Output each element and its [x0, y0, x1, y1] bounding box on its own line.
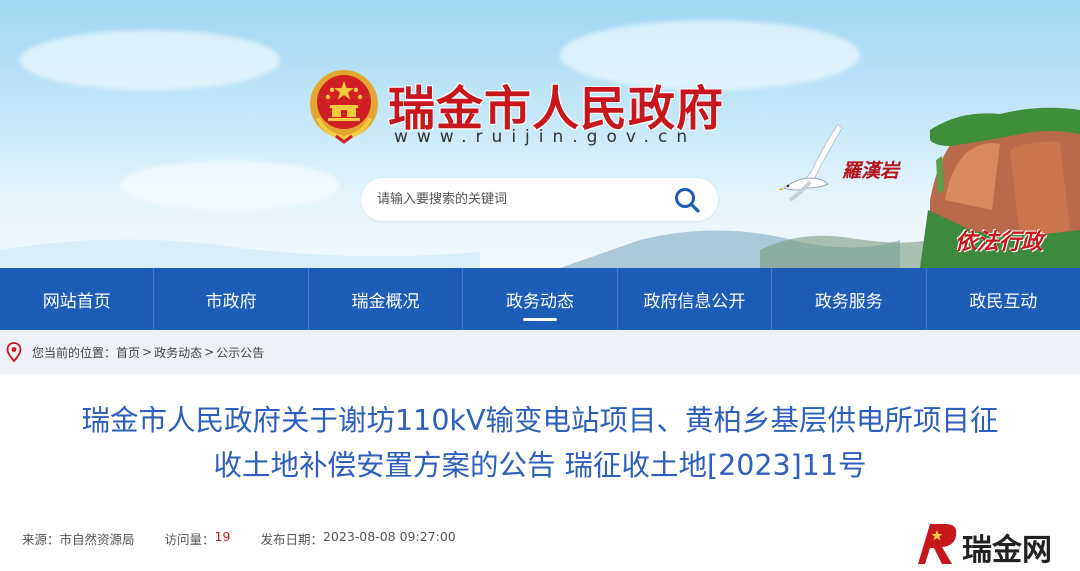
header-banner: 瑞金市人民政府 www.ruijin.gov.cn 羅漢岩 依法行政 — [0, 0, 1080, 268]
meta-date-label: 发布日期： — [260, 531, 323, 547]
article-title: 瑞金市人民政府关于谢坊110kV输变电站项目、黄柏乡基层供电所项目征 收土地补偿… — [20, 398, 1060, 488]
meta-source: 来源： 市自然资源局 — [22, 529, 135, 548]
nav-item-label: 市政府 — [205, 291, 257, 312]
search-icon[interactable] — [672, 185, 702, 215]
breadcrumb: 您当前的位置： 首页 > 政务动态 > 公示公告 — [0, 330, 1080, 374]
breadcrumb-prefix: 您当前的位置： — [32, 345, 117, 360]
nav-item-label: 政府信息公开 — [643, 291, 746, 312]
search-input[interactable] — [377, 178, 667, 221]
search-box — [361, 178, 718, 221]
main-nav: 网站首页 市政府 瑞金概况 政务动态 政府信息公开 政务服务 政民互动 — [0, 268, 1080, 330]
calligraphy-yifaxingzheng: 依法行政 — [955, 229, 1044, 255]
nav-item-label: 政务服务 — [814, 291, 883, 312]
breadcrumb-notice-link[interactable]: 公示公告 — [216, 344, 264, 361]
meta-source-value: 市自然资源局 — [59, 531, 135, 547]
site-url: www.ruijin.gov.cn — [394, 127, 697, 147]
site-title: 瑞金市人民政府 — [388, 82, 724, 137]
nav-item-public-interaction[interactable]: 政民互动 — [927, 268, 1080, 330]
meta-views-label: 访问量： — [164, 531, 215, 547]
meta-date: 发布日期： 2023-08-08 09:27:00 — [260, 529, 455, 548]
watermark-text: 瑞金网 — [962, 533, 1052, 568]
nav-item-government-news[interactable]: 政务动态 — [463, 268, 616, 330]
calligraphy-luohanyan: 羅漢岩 — [842, 160, 900, 182]
breadcrumb-separator: > — [142, 345, 153, 359]
nav-item-label: 政务动态 — [505, 291, 574, 312]
nav-item-ruijin-overview[interactable]: 瑞金概况 — [309, 268, 462, 330]
meta-source-label: 来源： — [22, 531, 60, 547]
nav-item-label: 网站首页 — [42, 291, 111, 312]
nav-item-city-government[interactable]: 市政府 — [154, 268, 307, 330]
breadcrumb-news-link[interactable]: 政务动态 — [154, 344, 202, 361]
nav-item-home[interactable]: 网站首页 — [0, 268, 153, 330]
meta-views-value: 19 — [214, 528, 231, 544]
nav-item-government-services[interactable]: 政务服务 — [772, 268, 925, 330]
cloud-decoration — [20, 30, 280, 90]
active-nav-indicator — [522, 318, 557, 321]
national-emblem-icon — [310, 70, 378, 144]
breadcrumb-separator: > — [204, 345, 215, 359]
meta-views: 访问量： 19 — [165, 529, 231, 548]
article-title-line-1: 瑞金市人民政府关于谢坊110kV输变电站项目、黄柏乡基层供电所项目征 — [81, 404, 999, 437]
article-title-line-2: 收土地补偿安置方案的公告 瑞征收土地[2023]11号 — [213, 449, 867, 482]
nav-item-label: 政民互动 — [969, 291, 1038, 312]
location-pin-icon — [6, 342, 22, 362]
meta-date-value: 2023-08-08 09:27:00 — [322, 528, 456, 544]
nav-item-label: 瑞金概况 — [351, 291, 420, 312]
breadcrumb-home-link[interactable]: 首页 — [116, 344, 140, 361]
article-meta: 来源： 市自然资源局 访问量： 19 发布日期： 2023-08-08 09:2… — [22, 528, 486, 548]
nav-item-information-disclosure[interactable]: 政府信息公开 — [618, 268, 771, 330]
